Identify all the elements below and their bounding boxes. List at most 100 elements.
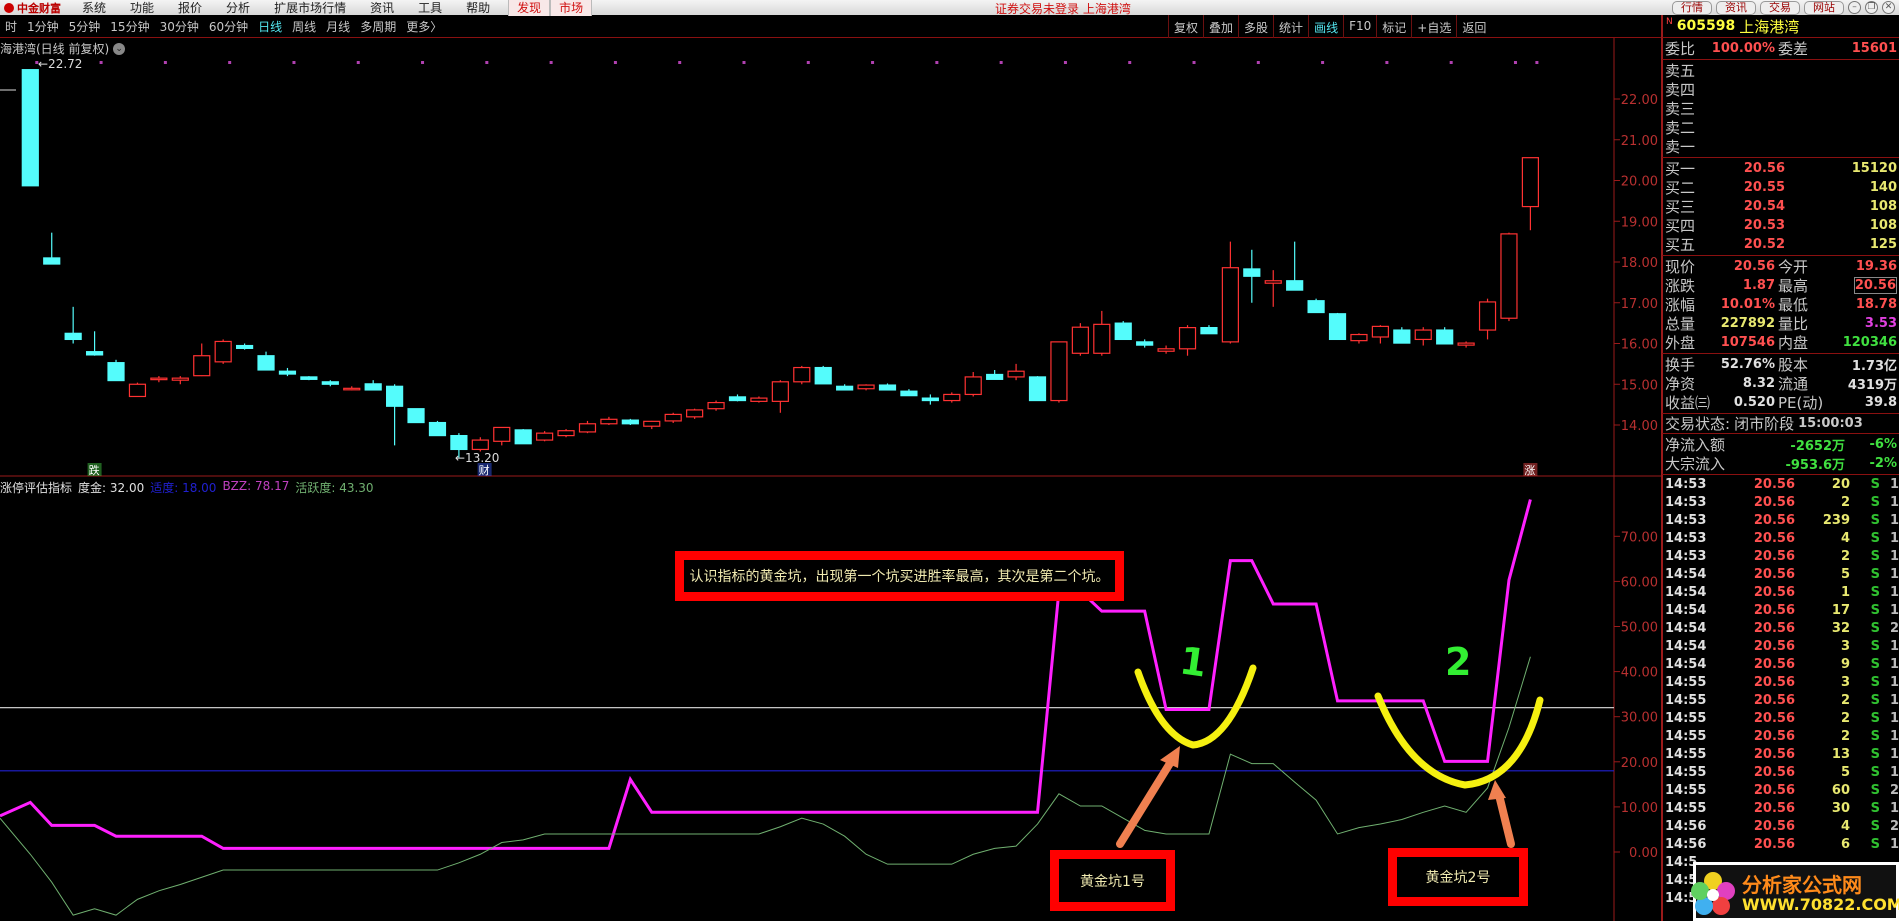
candle-body (236, 344, 254, 349)
event-dot (1449, 61, 1453, 64)
candle-body (1093, 323, 1111, 354)
watermark: 分析家公式网 WWW.70822.COM (1691, 862, 1899, 921)
tick-cell: S (1870, 728, 1880, 744)
tick-row: 14:54 20.56 9 S 1 (1662, 655, 1899, 673)
tick-list[interactable]: 14:53 20.56 20 S 1 14:53 20.56 2 S 1 14:53 20.56 239… (1662, 475, 1899, 907)
stock-code: 605598 (1676, 18, 1736, 34)
handwritten-2: 2 (1445, 640, 1472, 684)
tick-cell: 20.56 (1753, 692, 1795, 708)
event-dot (485, 61, 489, 64)
candle (921, 394, 939, 405)
label: 换手 (1665, 356, 1696, 374)
tick-cell: 1 (1889, 584, 1899, 600)
tick-cell: 1 (1889, 800, 1899, 816)
event-dot (1063, 61, 1067, 64)
event-dot (1192, 61, 1196, 64)
label: 买一 (1665, 160, 1696, 178)
candle (493, 426, 511, 446)
tick-cell: S (1870, 620, 1880, 636)
tick-cell: 20.56 (1753, 728, 1795, 744)
candle-body (1457, 342, 1475, 346)
price: 20.54 (1743, 199, 1785, 214)
tick-cell: 20.56 (1753, 566, 1795, 582)
trade-status: 交易状态: 闭市阶段 15:00:03 (1662, 414, 1899, 434)
label: 总量 (1665, 315, 1696, 333)
stat-row: 现价 20.56 今开 19.36 (1662, 257, 1899, 276)
candle (343, 386, 361, 391)
candle (900, 389, 918, 397)
volume: 108 (1869, 199, 1897, 214)
low-price-label: ←13.20 (455, 451, 499, 465)
label: 内盘 (1778, 334, 1809, 352)
candle (471, 437, 489, 452)
candle-body (1521, 157, 1540, 208)
annotation-pit1: 黄金坑1号 (1050, 850, 1175, 911)
event-dot (1535, 61, 1539, 64)
tick-row: 14:54 20.56 1 S 1 (1662, 583, 1899, 601)
candle-body (771, 381, 789, 402)
status-phase: 闭市阶段 (1734, 415, 1795, 433)
label: 买四 (1665, 217, 1696, 235)
tick-cell: 14:53 (1665, 548, 1707, 564)
candle-body (1157, 348, 1175, 352)
tick-row: 14:55 20.56 2 S 1 (1662, 727, 1899, 745)
tick-row: 14:55 20.56 3 S 1 (1662, 673, 1899, 691)
candle-body (128, 383, 147, 398)
weibi-section: 委比 100.00% 委差 15601 (1662, 38, 1899, 60)
event-dot (935, 61, 939, 64)
label: 买二 (1665, 179, 1696, 197)
candle (1393, 327, 1411, 344)
tick-cell: 14:53 (1665, 512, 1707, 528)
candle-body (1136, 341, 1154, 346)
tick-cell: 2 (1840, 494, 1850, 510)
event-dot (806, 61, 810, 64)
price-tick-label: 15.00 (1621, 378, 1658, 393)
candle (814, 365, 832, 385)
fund-flows: 净流入额 -2652万 -6% 大宗流入 -953.6万 -2% (1662, 434, 1899, 475)
tick-row: 14:55 20.56 2 S 1 (1662, 709, 1899, 727)
candle-body (578, 423, 597, 433)
candle (664, 412, 682, 423)
tick-cell: 14:54 (1665, 620, 1707, 636)
label: 大宗流入 (1665, 455, 1726, 473)
tick-cell: 14:54 (1665, 638, 1707, 654)
tick-cell: 2 (1889, 620, 1899, 636)
annotation-pit2: 黄金坑2号 (1388, 848, 1528, 906)
tick-cell: 14:55 (1665, 692, 1707, 708)
indicator-tick-label: 0.00 (1629, 846, 1658, 861)
candle-body (1371, 325, 1389, 338)
price: 20.53 (1743, 218, 1785, 233)
candle-body (386, 385, 404, 407)
tick-row: 14:53 20.56 2 S 1 (1662, 493, 1899, 511)
tick-cell: 14:55 (1665, 728, 1707, 744)
tick-row: 14:56 20.56 4 S 2 (1662, 817, 1899, 835)
value: 3.53 (1864, 316, 1897, 331)
percent: -6% (1869, 437, 1897, 452)
tick-cell: S (1870, 530, 1880, 546)
tick-cell: 3 (1840, 638, 1850, 654)
chart-canvas[interactable]: 22.0021.0020.0019.0018.0017.0016.0015.00… (0, 0, 1899, 921)
value: -2652万 (1790, 439, 1845, 454)
arrow2-shaft (1495, 791, 1515, 848)
stat-row: 涨跌 1.87 最高 20.56 (1662, 276, 1899, 295)
event-marker: 财 (479, 463, 490, 477)
candle-body (943, 393, 961, 402)
candle (278, 367, 297, 377)
label: 买三 (1665, 198, 1696, 216)
candle-body (836, 385, 854, 391)
annotation-main: 认识指标的黄金坑，出现第一个坑买进胜率最高，其次是第二个坑。 (675, 551, 1124, 601)
event-dot (742, 61, 746, 64)
candle (600, 416, 618, 425)
status-time: 15:00:03 (1798, 416, 1863, 431)
tick-cell: 9 (1840, 656, 1850, 672)
tick-cell: 14:55 (1665, 710, 1707, 726)
tick-cell: 20.56 (1753, 656, 1795, 672)
label: PE(动) (1778, 394, 1824, 412)
candle (943, 392, 961, 403)
event-dot (1321, 61, 1325, 64)
tick-cell: 20.56 (1753, 602, 1795, 618)
candle (1136, 339, 1154, 348)
candle-body (1436, 329, 1454, 345)
label: 净流入额 (1665, 436, 1726, 454)
price-tick-label: 21.00 (1621, 134, 1658, 149)
